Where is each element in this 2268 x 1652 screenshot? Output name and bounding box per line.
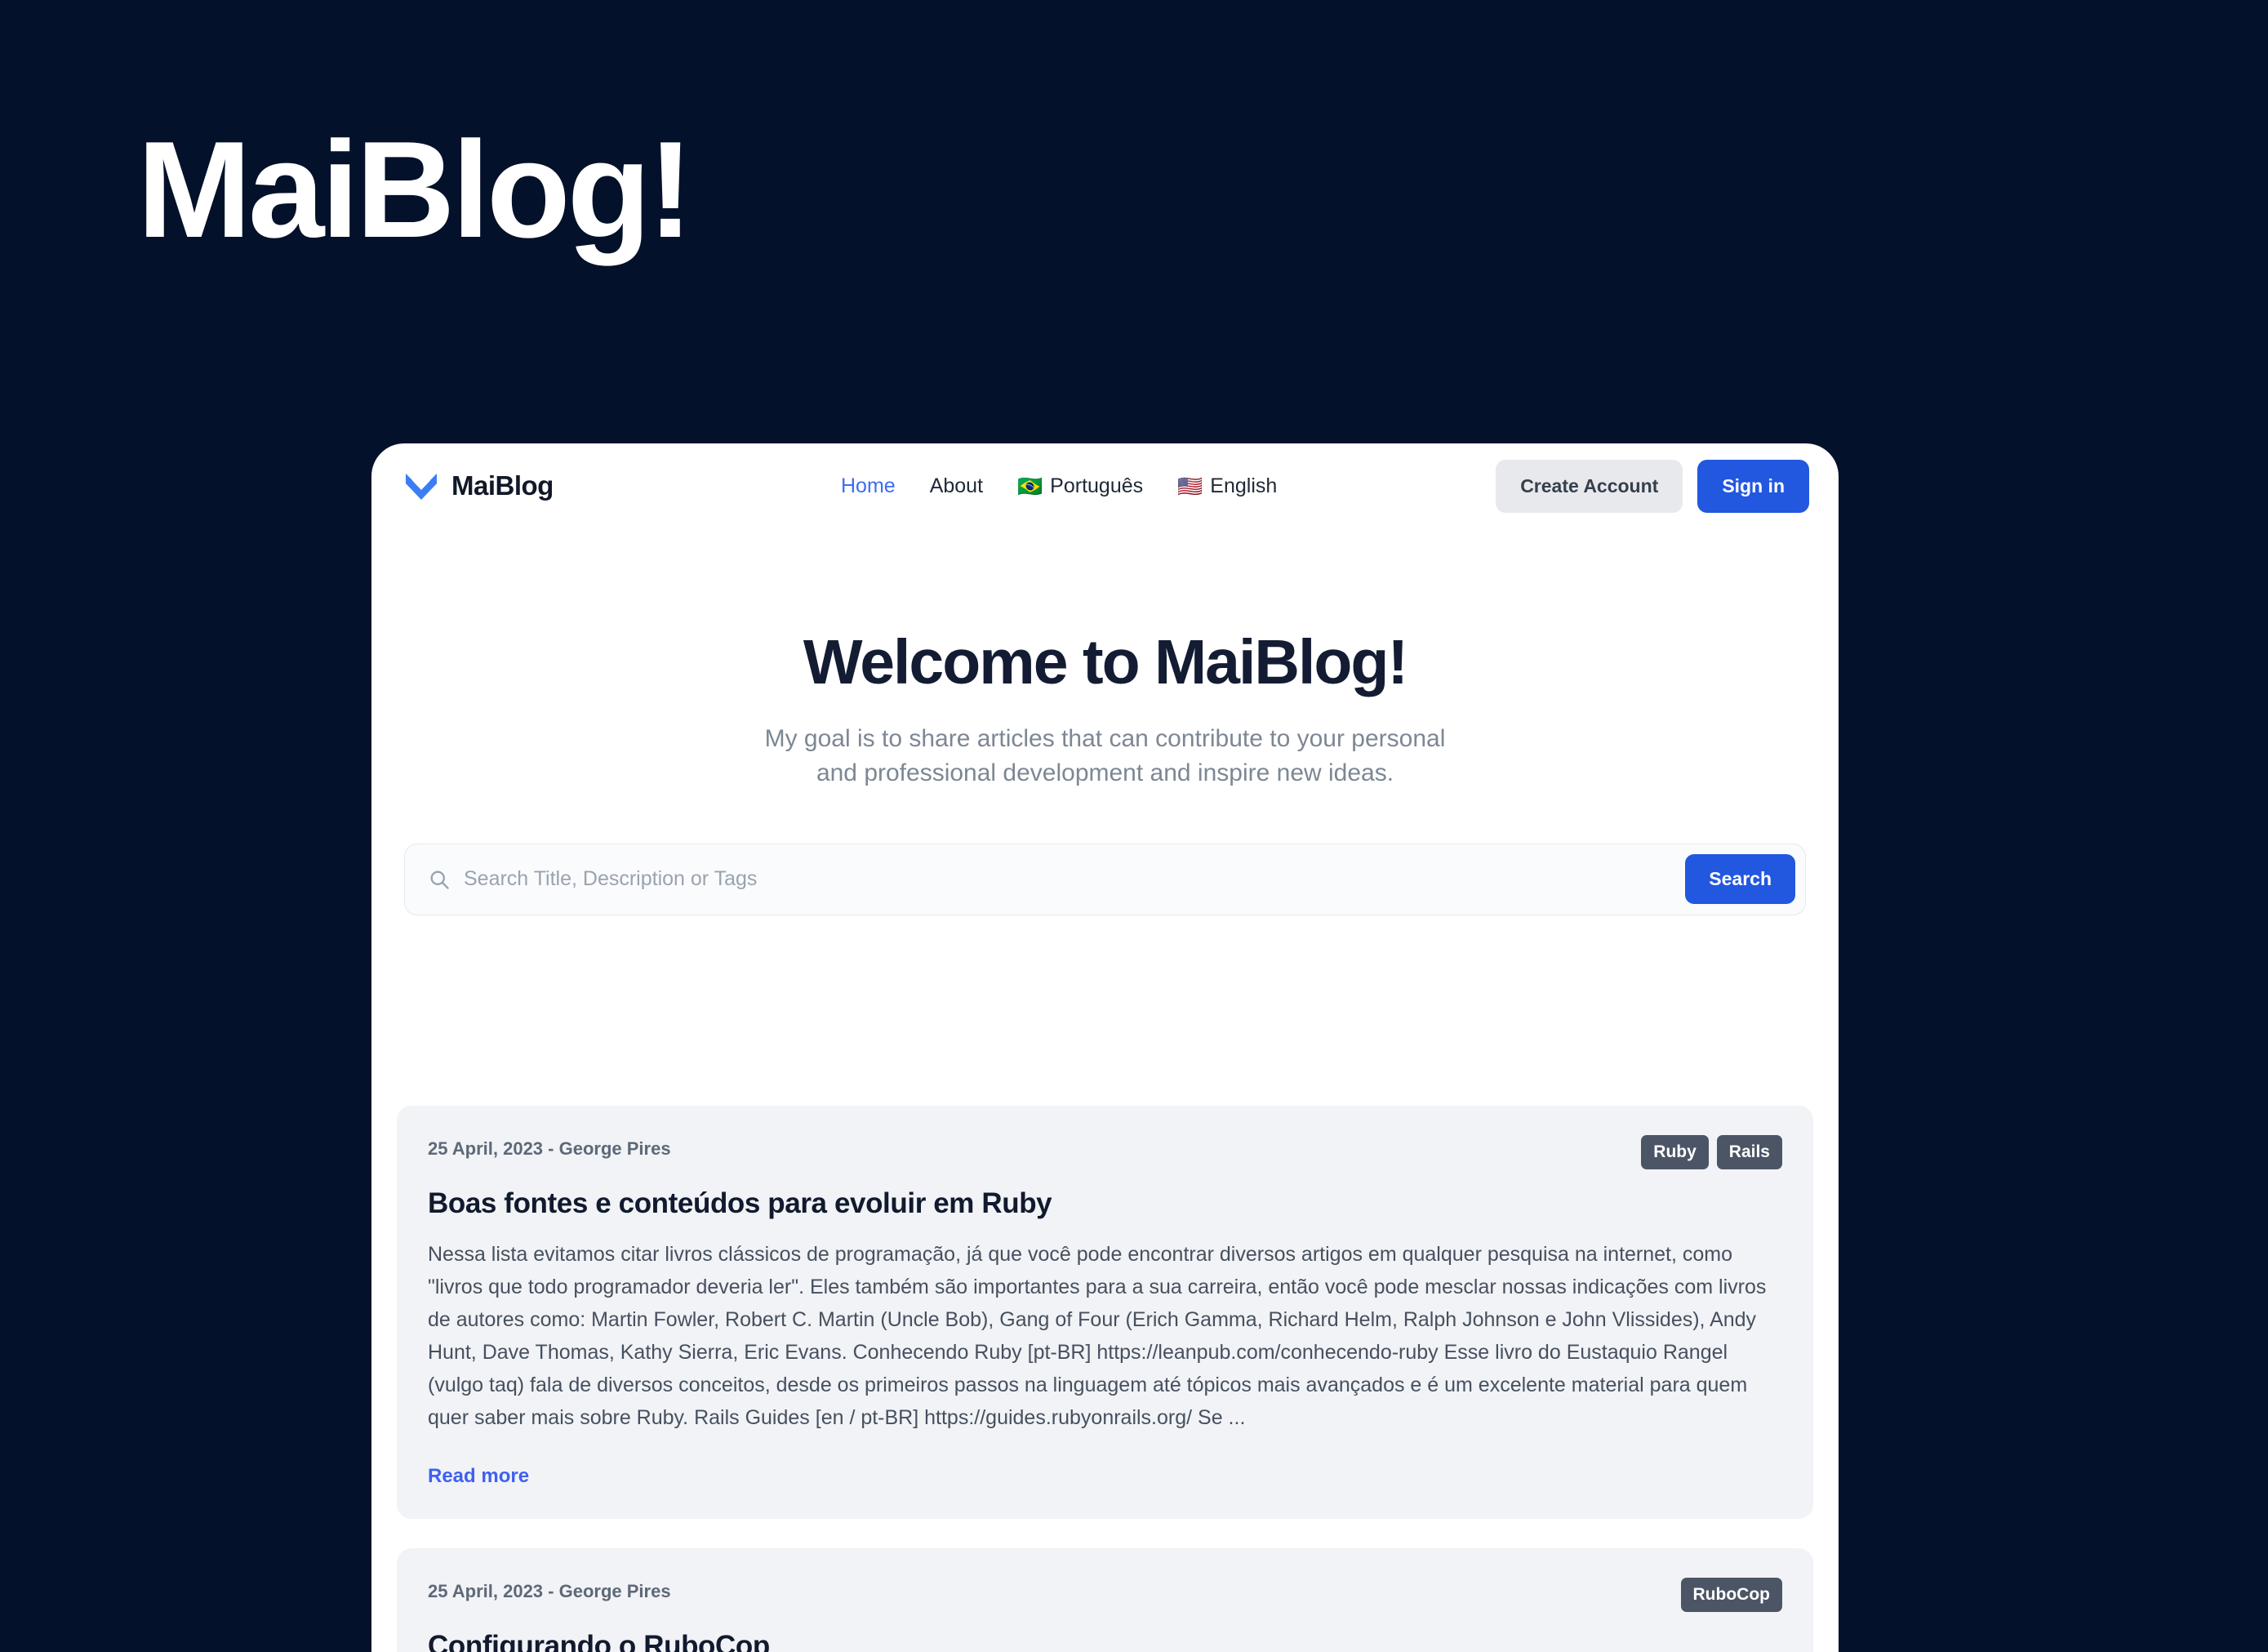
nav-link-portuguese[interactable]: 🇧🇷 Português [1017,474,1143,498]
article-header: 25 April, 2023 - George Pires RuboCop [428,1577,1782,1612]
nav-link-home-label: Home [841,474,896,497]
nav-link-home[interactable]: Home [841,474,896,498]
brazil-flag-icon: 🇧🇷 [1017,474,1043,498]
hero-section: Welcome to MaiBlog! My goal is to share … [371,528,1839,791]
article-card: 25 April, 2023 - George Pires RuboCop Co… [397,1547,1813,1652]
tag-badge[interactable]: RuboCop [1680,1577,1782,1612]
article-card: 25 April, 2023 - George Pires Ruby Rails… [397,1105,1813,1519]
article-meta: 25 April, 2023 - George Pires [428,1138,671,1159]
nav-link-about[interactable]: About [930,474,983,498]
article-header: 25 April, 2023 - George Pires Ruby Rails [428,1134,1782,1169]
page-title: Welcome to MaiBlog! [803,627,1408,697]
article-excerpt: Nessa lista evitamos citar livros clássi… [428,1242,1767,1429]
create-account-button[interactable]: Create Account [1496,459,1683,513]
search-bar[interactable]: Search [404,843,1806,915]
nav-link-portuguese-label: Português [1050,474,1144,497]
article-title[interactable]: Configurando o RuboCop [428,1630,1782,1652]
search-button[interactable]: Search [1685,854,1795,905]
article-meta: 25 April, 2023 - George Pires [428,1580,671,1601]
mail-m-logo-icon [406,474,437,500]
tag-badge[interactable]: Ruby [1641,1134,1709,1169]
article-tags: RuboCop [1680,1577,1782,1612]
article-tags: Ruby Rails [1641,1134,1782,1169]
search-icon [430,871,449,889]
tag-badge[interactable]: Rails [1716,1134,1782,1169]
nav-links: Home About 🇧🇷 Português 🇺🇸 English [841,474,1277,498]
page-wordmark: MaiBlog! [137,113,693,266]
nav-link-english-label: English [1210,474,1278,497]
brand-home-link[interactable]: MaiBlog [404,470,554,501]
hero-subtitle: My goal is to share articles that can co… [764,724,1446,787]
brand-text: MaiBlog [451,470,554,501]
usa-flag-icon: 🇺🇸 [1177,474,1203,498]
search-input[interactable] [451,867,1686,892]
nav-actions: Create Account Sign in [1496,459,1809,513]
sign-in-button[interactable]: Sign in [1697,459,1809,513]
nav-link-english[interactable]: 🇺🇸 English [1177,474,1277,498]
article-title[interactable]: Boas fontes e conteúdos para evoluir em … [428,1187,1782,1220]
article-list: 25 April, 2023 - George Pires Ruby Rails… [371,1105,1839,1652]
navbar: MaiBlog Home About 🇧🇷 Português 🇺🇸 Engli… [371,443,1839,528]
read-more-link[interactable]: Read more [428,1465,529,1488]
browser-mockup-card: MaiBlog Home About 🇧🇷 Português 🇺🇸 Engli… [371,443,1839,1652]
nav-link-about-label: About [929,474,984,497]
